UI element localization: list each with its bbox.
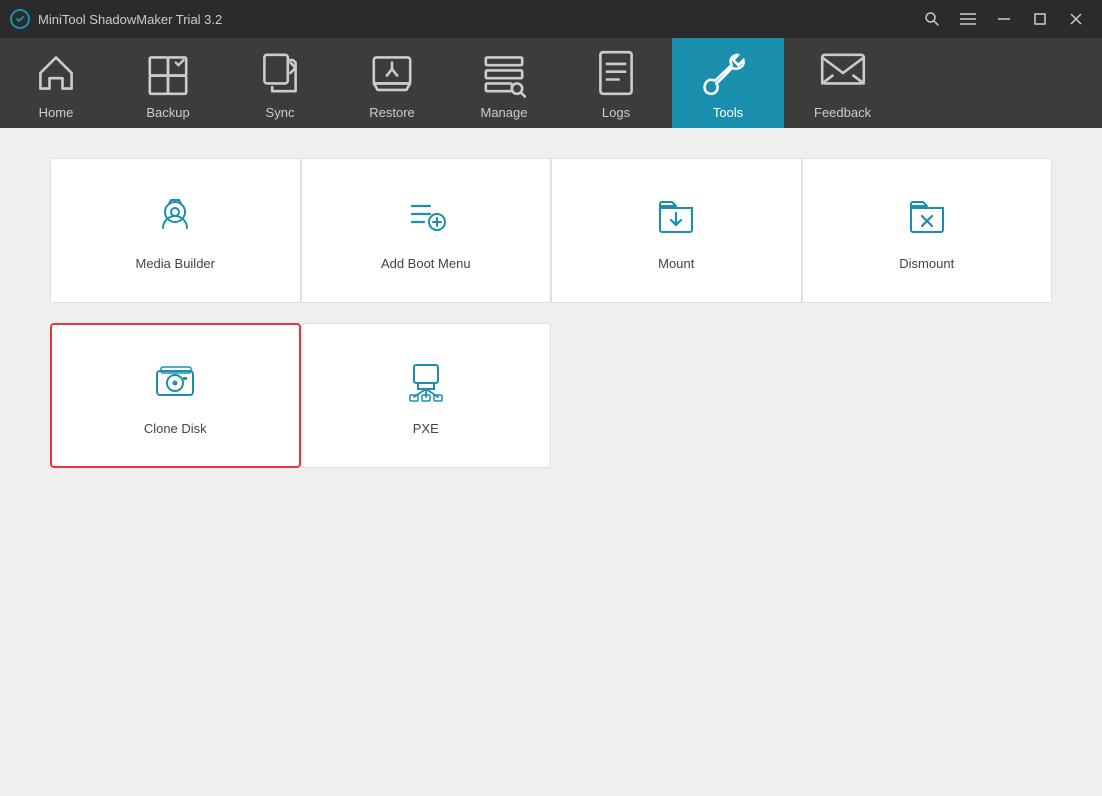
title-bar: MiniTool ShadowMaker Trial 3.2 xyxy=(0,0,1102,38)
media-builder-icon xyxy=(149,190,201,242)
dismount-label: Dismount xyxy=(899,256,954,271)
search-button[interactable] xyxy=(916,7,948,31)
tool-card-add-boot-menu[interactable]: Add Boot Menu xyxy=(301,158,552,303)
nav-home[interactable]: Home xyxy=(0,38,112,128)
search-icon xyxy=(924,11,940,27)
nav-manage-label: Manage xyxy=(481,105,528,120)
nav-bar: Home Backup Sync Restore xyxy=(0,38,1102,128)
dismount-icon xyxy=(901,190,953,242)
add-boot-menu-label: Add Boot Menu xyxy=(381,256,471,271)
clone-disk-icon xyxy=(149,355,201,407)
restore-icon xyxy=(366,47,418,99)
close-button[interactable] xyxy=(1060,7,1092,31)
tools-icon xyxy=(702,47,754,99)
nav-sync-label: Sync xyxy=(266,105,295,120)
tool-grid-row2: Clone Disk PXE xyxy=(50,323,1052,468)
nav-home-label: Home xyxy=(39,105,74,120)
nav-restore-label: Restore xyxy=(369,105,415,120)
app-title: MiniTool ShadowMaker Trial 3.2 xyxy=(38,12,916,27)
nav-feedback[interactable]: Feedback xyxy=(784,38,901,128)
media-builder-label: Media Builder xyxy=(136,256,216,271)
nav-logs[interactable]: Logs xyxy=(560,38,672,128)
nav-backup-label: Backup xyxy=(146,105,189,120)
tool-grid-row1: Media Builder Add Boot Menu xyxy=(50,158,1052,303)
mount-label: Mount xyxy=(658,256,694,271)
nav-tools-label: Tools xyxy=(713,105,743,120)
app-logo xyxy=(10,9,30,29)
home-icon xyxy=(30,47,82,99)
maximize-button[interactable] xyxy=(1024,7,1056,31)
tool-card-mount[interactable]: Mount xyxy=(551,158,802,303)
maximize-icon xyxy=(1034,13,1046,25)
tool-card-dismount[interactable]: Dismount xyxy=(802,158,1053,303)
close-icon xyxy=(1070,13,1082,25)
minimize-button[interactable] xyxy=(988,7,1020,31)
sync-icon xyxy=(254,47,306,99)
pxe-label: PXE xyxy=(413,421,439,436)
nav-manage[interactable]: Manage xyxy=(448,38,560,128)
manage-icon xyxy=(478,47,530,99)
backup-icon xyxy=(142,47,194,99)
nav-logs-label: Logs xyxy=(602,105,630,120)
mount-icon xyxy=(650,190,702,242)
pxe-icon xyxy=(400,355,452,407)
nav-tools[interactable]: Tools xyxy=(672,38,784,128)
nav-restore[interactable]: Restore xyxy=(336,38,448,128)
menu-button[interactable] xyxy=(952,7,984,31)
clone-disk-label: Clone Disk xyxy=(144,421,207,436)
window-controls xyxy=(916,7,1092,31)
nav-backup[interactable]: Backup xyxy=(112,38,224,128)
menu-icon xyxy=(960,13,976,25)
logs-icon xyxy=(590,47,642,99)
nav-sync[interactable]: Sync xyxy=(224,38,336,128)
tool-card-clone-disk[interactable]: Clone Disk xyxy=(50,323,301,468)
tool-card-media-builder[interactable]: Media Builder xyxy=(50,158,301,303)
minimize-icon xyxy=(998,18,1010,20)
tool-card-pxe[interactable]: PXE xyxy=(301,323,552,468)
nav-feedback-label: Feedback xyxy=(814,105,871,120)
add-boot-menu-icon xyxy=(400,190,452,242)
feedback-icon xyxy=(817,47,869,99)
main-content: Media Builder Add Boot Menu xyxy=(0,128,1102,796)
